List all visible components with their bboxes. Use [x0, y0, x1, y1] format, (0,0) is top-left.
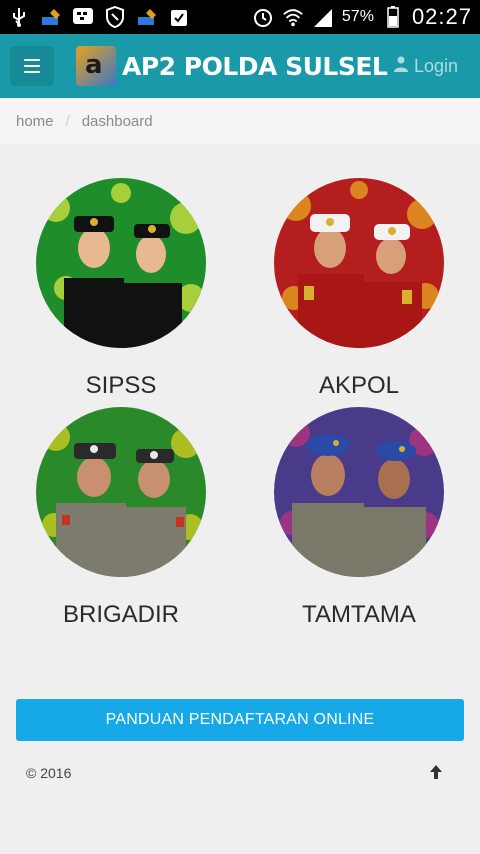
breadcrumb-current: dashboard	[81, 112, 153, 130]
cleaner-icon-2	[136, 6, 158, 28]
wifi-icon	[282, 6, 304, 28]
breadcrumb-separator: /	[65, 112, 70, 130]
card-akpol[interactable]: AKPOL	[274, 178, 444, 400]
clipboard-check-icon	[168, 6, 190, 28]
hamburger-icon-line	[24, 71, 40, 73]
registration-guide-button[interactable]: PANDUAN PENDAFTARAN ONLINE	[16, 699, 464, 741]
signal-icon	[312, 6, 334, 28]
alarm-icon	[252, 6, 274, 28]
user-icon	[393, 56, 408, 77]
card-label-tamtama: TAMTAMA	[302, 601, 416, 628]
card-label-sipss: SIPSS	[85, 372, 157, 399]
menu-toggle-button[interactable]	[10, 46, 54, 86]
clock: 02:27	[411, 4, 472, 29]
login-link[interactable]: Login	[393, 55, 458, 77]
card-sipss[interactable]: SIPSS	[36, 178, 206, 400]
brand-logo-icon	[76, 46, 116, 86]
top-navbar: AP2 POLDA SULSEL Login	[0, 34, 480, 98]
hamburger-icon-line	[24, 65, 40, 67]
battery-icon	[382, 6, 404, 28]
card-label-akpol: AKPOL	[318, 372, 400, 399]
brand-title: AP2 POLDA SULSEL	[122, 51, 388, 81]
sipss-photo	[36, 178, 206, 348]
battery-percent: 57%	[341, 8, 374, 25]
usb-icon	[8, 6, 30, 28]
card-brigadir[interactable]: BRIGADIR	[36, 407, 206, 629]
breadcrumb: home / dashboard	[0, 98, 480, 144]
card-label-brigadir: BRIGADIR	[62, 601, 179, 628]
brand-link[interactable]: AP2 POLDA SULSEL	[76, 46, 388, 86]
shield-icon	[104, 6, 126, 28]
tamtama-photo	[274, 407, 444, 577]
scroll-to-top-icon[interactable]	[428, 763, 444, 781]
bbm-icon	[72, 6, 94, 28]
status-bar: 57% 02:27	[0, 0, 480, 34]
brigadir-photo	[36, 407, 206, 577]
cleaner-icon	[40, 6, 62, 28]
akpol-photo	[274, 178, 444, 348]
copyright-text: © 2016	[26, 765, 72, 781]
login-label: Login	[413, 55, 458, 76]
breadcrumb-home-link[interactable]: home	[16, 113, 54, 130]
card-tamtama[interactable]: TAMTAMA	[274, 407, 444, 629]
hamburger-icon-line	[24, 59, 40, 61]
